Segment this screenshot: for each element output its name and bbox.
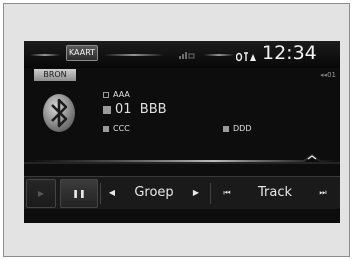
album-icon [103, 125, 109, 132]
artist-icon [103, 91, 109, 98]
genre-icon [223, 125, 229, 132]
preset-indicator: ◂◂01 [320, 71, 336, 79]
pause-icon[interactable]: ❚❚ [60, 179, 98, 208]
prev-track-icon[interactable]: ⏮ [214, 179, 240, 208]
track-icon [103, 105, 111, 114]
genre-name: DDD [233, 124, 252, 133]
next-track-icon[interactable]: ⏭ [310, 179, 336, 208]
figure-frame: KAART 12:34 BRON ◂◂01 AAA 01 BBB CCC DDD… [3, 3, 350, 257]
track-label[interactable]: Track [242, 179, 308, 208]
clock: 12:34 [262, 42, 317, 64]
track-title: 01 BBB [115, 102, 167, 117]
bluetooth-icon [42, 93, 76, 133]
status-bar: KAART 12:34 [24, 41, 340, 68]
audio-screen: KAART 12:34 BRON ◂◂01 AAA 01 BBB CCC DDD… [24, 41, 340, 223]
genre-line: DDD [223, 123, 251, 134]
prev-group-icon[interactable]: ◀ [102, 179, 122, 208]
progress-wave [24, 151, 340, 165]
source-button[interactable]: BRON [34, 69, 76, 81]
play-icon[interactable]: ▶ [26, 179, 56, 208]
album-line: CCC [103, 123, 130, 134]
group-label[interactable]: Groep [124, 179, 184, 208]
artist-name: AAA [113, 90, 130, 99]
title-line: 01 BBB [103, 101, 167, 118]
artist-line: AAA [103, 89, 130, 100]
map-button[interactable]: KAART [66, 45, 98, 61]
control-bar: ▶ ❚❚ ◀ Groep ▶ ⏮ Track ⏭ [24, 176, 340, 209]
next-group-icon[interactable]: ▶ [186, 179, 206, 208]
signal-icon [179, 51, 195, 59]
album-name: CCC [113, 124, 130, 133]
bluetooth-status-icon [235, 52, 258, 62]
